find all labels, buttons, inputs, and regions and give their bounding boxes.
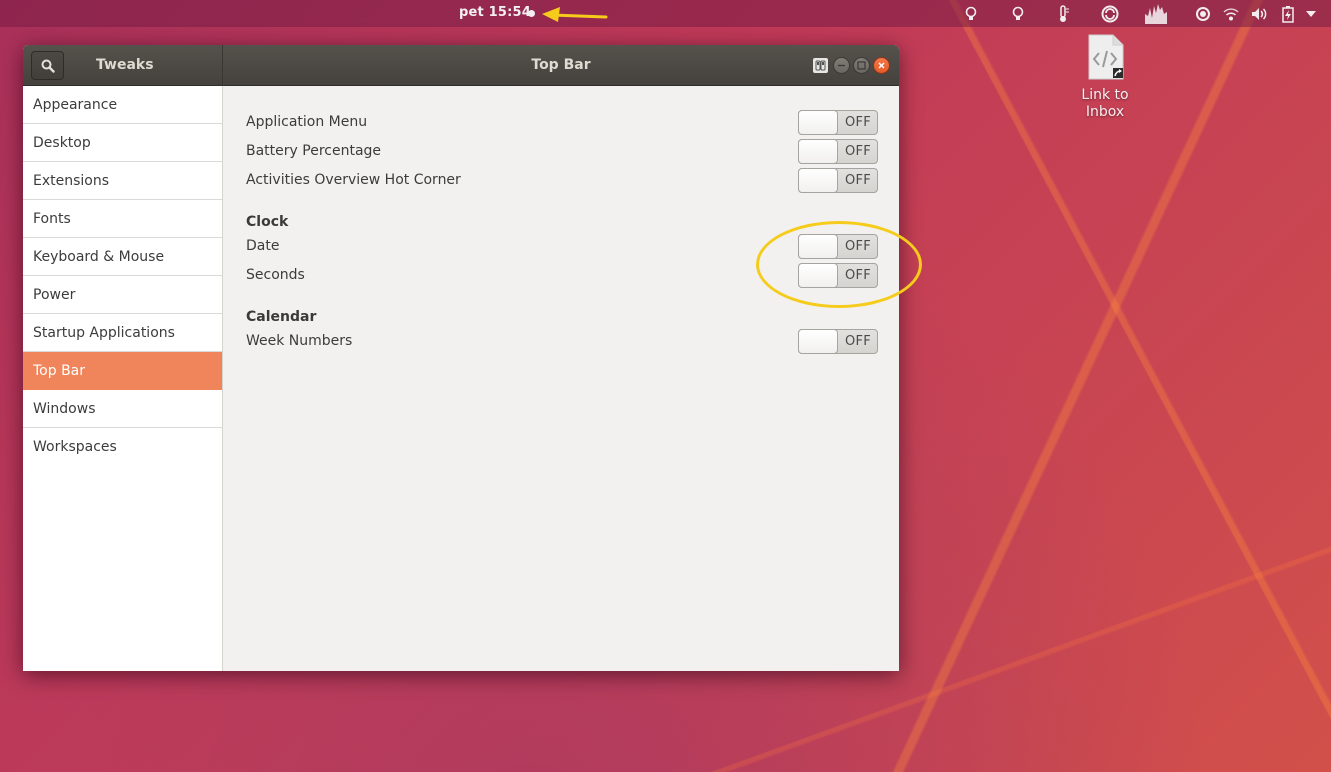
week-numbers-toggle[interactable]: OFF — [798, 329, 878, 354]
cpu-graph-icon[interactable] — [1144, 4, 1168, 24]
sidebar-item-label: Keyboard & Mouse — [33, 248, 165, 265]
desktop-icon-label-line2: Inbox — [1085, 104, 1125, 120]
header-bar-left: Tweaks — [23, 45, 223, 86]
toggle-knob — [798, 168, 838, 193]
clock-label[interactable]: pet 15:54 — [459, 5, 531, 20]
sidebar-item-top-bar[interactable]: Top Bar — [23, 352, 222, 390]
application-menu-toggle[interactable]: OFF — [798, 110, 878, 135]
battery-charging-icon[interactable] — [1280, 4, 1296, 24]
setting-label: Activities Overview Hot Corner — [246, 172, 461, 188]
search-button[interactable] — [31, 51, 64, 80]
sidebar-item-fonts[interactable]: Fonts — [23, 200, 222, 238]
maximize-button[interactable] — [853, 57, 870, 74]
sidebar-item-label: Fonts — [33, 210, 71, 227]
settings-panel: Application Menu OFF Battery Percentage … — [224, 86, 899, 671]
sidebar-item-workspaces[interactable]: Workspaces — [23, 428, 222, 466]
page-title: Top Bar — [531, 57, 591, 73]
toggle-knob — [798, 110, 838, 135]
sidebar-item-extensions[interactable]: Extensions — [23, 162, 222, 200]
toggle-state: OFF — [845, 115, 872, 130]
close-icon — [878, 62, 885, 69]
setting-label: Week Numbers — [246, 333, 353, 349]
sidebar-item-keyboard-mouse[interactable]: Keyboard & Mouse — [23, 238, 222, 276]
close-button[interactable] — [873, 57, 890, 74]
toggle-state: OFF — [845, 173, 872, 188]
setting-row-application-menu: Application Menu OFF — [246, 110, 878, 136]
maximize-icon — [857, 61, 866, 70]
toggle-state: OFF — [845, 144, 872, 159]
wifi-icon[interactable] — [1222, 4, 1240, 24]
sidebar-item-label: Desktop — [33, 134, 91, 151]
minimize-icon — [838, 64, 845, 67]
sidebar-item-desktop[interactable]: Desktop — [23, 124, 222, 162]
desktop-icon-link-to-inbox[interactable]: Link to Inbox — [1072, 33, 1138, 121]
sidebar-item-label: Startup Applications — [33, 324, 175, 341]
hot-corner-toggle[interactable]: OFF — [798, 168, 878, 193]
setting-row-hot-corner: Activities Overview Hot Corner OFF — [246, 168, 878, 194]
setting-label: Application Menu — [246, 114, 368, 130]
battery-percentage-toggle[interactable]: OFF — [798, 139, 878, 164]
search-icon — [41, 59, 55, 73]
lightbulb-icon[interactable] — [1009, 4, 1027, 24]
setting-label: Seconds — [246, 267, 305, 283]
system-menu-arrow-icon[interactable] — [1304, 4, 1318, 24]
sidebar-item-label: Extensions — [33, 172, 110, 189]
sidebar-item-startup-applications[interactable]: Startup Applications — [23, 314, 222, 352]
section-title-calendar: Calendar — [246, 309, 317, 325]
lightbulb-icon[interactable] — [962, 4, 980, 24]
volume-icon[interactable] — [1250, 4, 1270, 24]
keep-on-top-button[interactable] — [813, 58, 828, 73]
setting-label: Battery Percentage — [246, 143, 382, 159]
minimize-button[interactable] — [833, 57, 850, 74]
sync-icon[interactable] — [1100, 4, 1120, 24]
keep-on-top-icon — [815, 60, 826, 71]
toggle-knob — [798, 329, 838, 354]
annotation-highlight-ellipse — [756, 221, 922, 308]
top-bar: pet 15:54 — [0, 0, 1331, 27]
setting-row-week-numbers: Week Numbers OFF — [246, 329, 878, 355]
sidebar-item-appearance[interactable]: Appearance — [23, 86, 222, 124]
sidebar-item-label: Power — [33, 286, 76, 303]
setting-label: Date — [246, 238, 280, 254]
annotation-arrow-icon — [542, 7, 608, 22]
tweaks-window: Tweaks Top Bar Appearance Desktop Extens… — [23, 45, 899, 671]
section-title-clock: Clock — [246, 214, 289, 230]
desktop-icon-label: Link to Inbox — [1072, 87, 1138, 121]
sidebar-item-label: Workspaces — [33, 439, 117, 455]
sidebar-item-windows[interactable]: Windows — [23, 390, 222, 428]
sidebar-item-power[interactable]: Power — [23, 276, 222, 314]
toggle-knob — [798, 139, 838, 164]
html-file-icon — [1088, 34, 1124, 80]
toggle-state: OFF — [845, 334, 872, 349]
sidebar-item-label: Windows — [33, 400, 96, 417]
header-bar: Tweaks Top Bar — [23, 45, 899, 86]
notification-dot-icon — [528, 10, 535, 17]
thermometer-icon[interactable] — [1055, 4, 1073, 24]
sidebar-item-label: Appearance — [33, 96, 118, 113]
setting-row-battery-percentage: Battery Percentage OFF — [246, 139, 878, 165]
location-icon[interactable] — [1194, 4, 1212, 24]
sidebar: Appearance Desktop Extensions Fonts Keyb… — [23, 86, 223, 671]
app-title: Tweaks — [96, 57, 154, 73]
sidebar-item-label: Top Bar — [33, 362, 86, 379]
desktop-icon-label-line1: Link to — [1081, 87, 1129, 103]
